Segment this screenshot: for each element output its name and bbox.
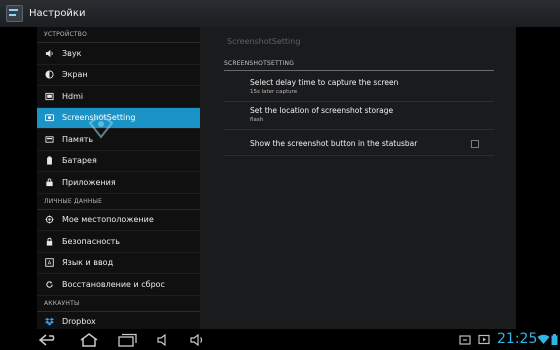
pref-summary: 15s later capture — [250, 89, 298, 95]
action-bar: Настройки — [0, 0, 560, 28]
battery-icon — [45, 156, 54, 165]
volume-down-icon — [157, 333, 166, 346]
usb-notification-icon[interactable] — [459, 334, 471, 345]
sidebar-item-label: Восстановление и сброс — [62, 279, 165, 289]
sidebar-item-label: Мое местоположение — [62, 215, 154, 225]
pref-title: Show the screenshot button in the status… — [250, 139, 418, 148]
app-title: Настройки — [29, 8, 86, 19]
pref-title: Set the location of screenshot storage — [250, 106, 394, 115]
sidebar-item-dropbox[interactable]: Dropbox — [37, 312, 200, 330]
pref-storage-location[interactable]: Set the location of screenshot storage f… — [250, 106, 490, 123]
left-margin — [0, 27, 37, 329]
system-bar: 21:25 — [0, 329, 560, 350]
sidebar-item-label: Язык и ввод — [62, 258, 114, 268]
divider — [224, 101, 494, 102]
pref-statusbar-button[interactable]: Show the screenshot button in the status… — [250, 139, 490, 148]
sidebar-item-location[interactable]: Мое местоположение — [37, 210, 200, 231]
brightness-icon — [45, 70, 54, 79]
sidebar-item-label: Экран — [62, 70, 88, 80]
sidebar-item-sound[interactable]: Звук — [37, 43, 200, 65]
settings-detail-pane: ScreenshotSetting SCREENSHOTSETTING Sele… — [200, 27, 516, 329]
sidebar-item-security[interactable]: Безопасность — [37, 231, 200, 253]
sidebar-item-screenshotsetting[interactable]: ScreenshotSetting — [37, 107, 200, 129]
camera-icon — [45, 113, 54, 122]
wifi-icon — [537, 334, 550, 344]
media-notification-icon[interactable] — [478, 334, 490, 345]
back-icon — [38, 333, 55, 346]
divider — [224, 129, 494, 130]
back-button[interactable] — [38, 332, 60, 347]
volume-icon — [45, 49, 54, 58]
battery-status-icon — [551, 334, 558, 345]
section-header-accounts: АККАУНТЫ — [37, 296, 200, 312]
sidebar-item-language[interactable]: A Язык и ввод — [37, 253, 200, 274]
volume-up-button[interactable] — [189, 332, 207, 347]
volume-down-button[interactable] — [156, 332, 172, 347]
detail-section-header: SCREENSHOTSETTING — [224, 60, 494, 71]
hdmi-icon — [45, 92, 54, 101]
breadcrumb: ScreenshotSetting — [227, 37, 301, 46]
pref-title: Select delay time to capture the screen — [250, 78, 399, 87]
lock-icon — [45, 237, 54, 246]
sidebar-item-hdmi[interactable]: Hdmi — [37, 86, 200, 108]
apps-icon — [45, 178, 54, 187]
pref-summary: flash — [250, 117, 264, 123]
home-button[interactable] — [78, 332, 100, 347]
location-icon — [45, 215, 54, 224]
divider — [224, 155, 494, 156]
settings-sidebar: УСТРОЙСТВО Звук Экран Hdmi ScreenshotSet… — [37, 27, 200, 329]
dropbox-icon — [45, 317, 54, 326]
sidebar-item-label: Память — [62, 134, 94, 144]
sidebar-item-label: Звук — [62, 48, 82, 58]
pref-capture-delay[interactable]: Select delay time to capture the screen … — [250, 78, 490, 95]
sidebar-item-label: Безопасность — [62, 236, 120, 246]
sidebar-item-battery[interactable]: Батарея — [37, 151, 200, 172]
statusbar-button-checkbox[interactable] — [471, 140, 479, 148]
sidebar-item-label: Батарея — [62, 156, 97, 166]
right-margin — [516, 27, 560, 329]
language-icon: A — [45, 258, 54, 267]
home-icon — [80, 332, 98, 347]
backup-icon — [45, 280, 54, 289]
status-clock[interactable]: 21:25 — [497, 331, 537, 347]
storage-icon — [45, 135, 54, 144]
recent-apps-button[interactable] — [116, 332, 138, 347]
sidebar-item-apps[interactable]: Приложения — [37, 172, 200, 194]
sidebar-item-label: ScreenshotSetting — [62, 113, 136, 123]
sidebar-item-label: Hdmi — [62, 91, 84, 101]
sidebar-item-display[interactable]: Экран — [37, 65, 200, 86]
svg-text:A: A — [48, 261, 52, 267]
settings-app-icon[interactable] — [6, 5, 23, 22]
sidebar-item-label: Приложения — [62, 177, 116, 187]
recent-apps-icon — [118, 333, 137, 347]
volume-up-icon — [190, 333, 203, 346]
sidebar-item-backup-reset[interactable]: Восстановление и сброс — [37, 274, 200, 296]
sidebar-item-storage[interactable]: Память — [37, 129, 200, 151]
section-header-device: УСТРОЙСТВО — [37, 27, 200, 43]
sidebar-item-label: Dropbox — [62, 317, 96, 327]
section-header-personal: ЛИЧНЫЕ ДАННЫЕ — [37, 194, 200, 210]
